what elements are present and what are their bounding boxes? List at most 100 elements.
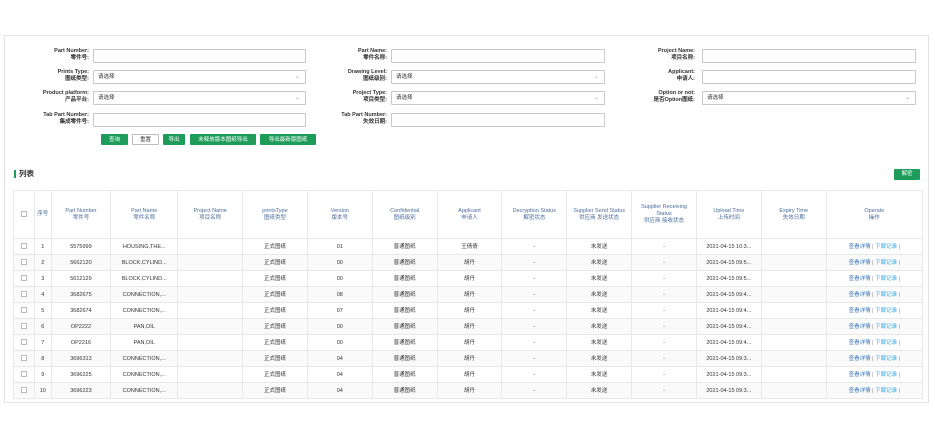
header-part-name: Part Name 零件名称 xyxy=(110,190,179,239)
project-type-select[interactable]: 请选择 ⌄ xyxy=(391,91,605,105)
download-record-link[interactable]: 下载记录 xyxy=(875,372,897,378)
checkbox-icon[interactable] xyxy=(20,307,27,314)
view-details-link[interactable]: 查看详情 xyxy=(849,308,871,314)
cell-part-number: OP2222 xyxy=(50,318,112,335)
cell-upload: 2021-04-15 09:4... xyxy=(695,286,762,303)
applicant-label: Applicant: 申请人: xyxy=(668,69,695,82)
download-record-link[interactable]: 下载记录 xyxy=(875,356,897,362)
cell-part-name: BLOCK,CYLIND... xyxy=(110,254,179,271)
table-row[interactable]: 4 3682675 CONNECTION,... 正式图纸 08 普通图纸 胡丹 - 未发送 -2… xyxy=(13,286,924,303)
row-select-cell[interactable] xyxy=(13,238,35,255)
cell-decryption: - xyxy=(501,286,568,303)
download-record-link[interactable]: 下载记录 xyxy=(875,308,897,314)
download-record-link[interactable]: 下载记录 xyxy=(875,260,897,266)
part-name-input[interactable] xyxy=(391,49,605,63)
download-record-link[interactable]: 下载记录 xyxy=(875,244,897,250)
download-record-link[interactable]: 下载记录 xyxy=(875,276,897,282)
row-select-cell[interactable] xyxy=(13,270,35,287)
view-details-link[interactable]: 查看详情 xyxy=(849,292,871,298)
view-details-link[interactable]: 查看详情 xyxy=(849,372,871,378)
cell-index: 5 xyxy=(33,302,52,319)
table-row[interactable]: 9 3696225 CONNECTION,... 正式图纸 04 普通图纸 胡丹 - 未发送 -2… xyxy=(13,366,924,383)
view-details-link[interactable]: 查看详情 xyxy=(849,340,871,346)
row-select-cell[interactable] xyxy=(13,334,35,351)
checkbox-icon[interactable] xyxy=(20,371,27,378)
cell-send: 未发送 xyxy=(566,318,633,335)
view-details-link[interactable]: 查看详情 xyxy=(849,244,871,250)
view-details-link[interactable]: 查看详情 xyxy=(849,388,871,394)
chevron-down-icon: ⌄ xyxy=(904,95,910,101)
cell-send: 未发送 xyxy=(566,286,633,303)
row-select-cell[interactable] xyxy=(13,254,35,271)
table-row[interactable]: 10 3696223 CONNECTION,... 正式图纸 04 普通图纸 胡丹 - 未发送 -… xyxy=(13,382,924,399)
cell-prints-type: 正式图纸 xyxy=(242,238,308,255)
operate-separator: | xyxy=(872,275,874,282)
cell-confidential: 普通图纸 xyxy=(371,270,438,287)
export-latest-button[interactable]: 导出最新版图纸 xyxy=(260,134,316,145)
row-select-cell[interactable] xyxy=(13,382,35,399)
table-row[interactable]: 3 5612129 BLOCK,CYLIND... 正式图纸 00 普通图纸 胡丹 - 未发送 -… xyxy=(13,270,924,287)
checkbox-icon[interactable] xyxy=(20,259,27,266)
export-unissued-button[interactable]: 未释放版本图纸导出 xyxy=(190,134,256,145)
cell-version: 08 xyxy=(306,286,373,303)
table-row[interactable]: 5 3682674 CONNECTION,... 正式图纸 07 普通图纸 胡丹 - 未发送 -2… xyxy=(13,302,924,319)
cell-index: 7 xyxy=(33,334,52,351)
checkbox-icon[interactable] xyxy=(20,339,27,346)
cell-confidential: 普通图纸 xyxy=(371,238,438,255)
view-details-link[interactable]: 查看详情 xyxy=(849,356,871,362)
cell-index: 4 xyxy=(33,286,52,303)
table-row[interactable]: 1 5575999 HOUSING,THE... 正式图纸 01 普通图纸 王倩倩 - 未发送 -… xyxy=(13,238,924,255)
checkbox-icon[interactable] xyxy=(20,275,27,282)
project-name-input[interactable] xyxy=(702,49,916,63)
cell-part-name: PAN,OIL xyxy=(110,318,179,335)
expiry-date-input[interactable] xyxy=(391,113,605,127)
operate-separator: | xyxy=(872,243,874,250)
operate-separator: | xyxy=(898,275,901,282)
cell-part-name: HOUSING,THE... xyxy=(110,238,179,255)
download-record-link[interactable]: 下载记录 xyxy=(875,388,897,394)
row-select-cell[interactable] xyxy=(13,350,35,367)
cell-expiry xyxy=(760,286,827,303)
table-row[interactable]: 8 3696313 CONNECTION,... 正式图纸 04 普通图纸 胡丹 - 未发送 -2… xyxy=(13,350,924,367)
row-select-cell[interactable] xyxy=(13,302,35,319)
row-select-cell[interactable] xyxy=(13,286,35,303)
applicant-input[interactable] xyxy=(702,70,916,84)
table-row[interactable]: 7 OP2216 PAN,OIL 正式图纸 00 普通图纸 胡丹 - 未发送 -2021-04-1… xyxy=(13,334,924,351)
table-row[interactable]: 6 OP2222 PAN,OIL 正式图纸 00 普通图纸 胡丹 - 未发送 -2021-04-1… xyxy=(13,318,924,335)
view-details-link[interactable]: 查看详情 xyxy=(849,324,871,330)
download-record-link[interactable]: 下载记录 xyxy=(875,340,897,346)
checkbox-icon[interactable] xyxy=(20,243,27,250)
reset-button[interactable]: 重置 xyxy=(132,134,159,145)
cell-index: 6 xyxy=(33,318,52,335)
row-select-cell[interactable] xyxy=(13,318,35,335)
checkbox-icon[interactable] xyxy=(20,291,27,298)
view-details-link[interactable]: 查看详情 xyxy=(849,276,871,282)
checkbox-icon[interactable] xyxy=(20,355,27,362)
download-record-link[interactable]: 下载记录 xyxy=(875,292,897,298)
product-platform-select[interactable]: 请选择 ⌄ xyxy=(93,91,306,105)
select-all-cell[interactable] xyxy=(13,190,35,239)
export-button[interactable]: 导出 xyxy=(163,134,185,145)
cell-operate: 查看详情 | 下载记录 | xyxy=(825,366,924,383)
checkbox-icon[interactable] xyxy=(20,387,27,394)
part-number-input[interactable] xyxy=(93,49,306,63)
query-button[interactable]: 查询 xyxy=(101,134,128,145)
row-select-cell[interactable] xyxy=(13,366,35,383)
table-row[interactable]: 2 5662120 BLOCK,CYLIND... 正式图纸 00 普通图纸 胡丹 - 未发送 -… xyxy=(13,254,924,271)
cell-send: 未发送 xyxy=(566,254,633,271)
checkbox-icon[interactable] xyxy=(20,210,27,217)
prints-type-select[interactable]: 请选择 ⌄ xyxy=(93,70,306,84)
view-details-link[interactable]: 查看详情 xyxy=(849,260,871,266)
tab-part-number-input[interactable] xyxy=(93,113,306,127)
cell-index: 10 xyxy=(33,382,52,399)
cell-version: 00 xyxy=(306,254,373,271)
decrypt-button[interactable]: 解密 xyxy=(894,169,920,180)
list-title: 列表 xyxy=(14,170,34,178)
checkbox-icon[interactable] xyxy=(20,323,27,330)
cell-applicant: 胡丹 xyxy=(436,270,503,287)
download-record-link[interactable]: 下载记录 xyxy=(875,324,897,330)
drawing-level-select[interactable]: 请选择 ⌄ xyxy=(391,70,605,84)
option-or-not-select[interactable]: 请选择 ⌄ xyxy=(702,91,916,105)
cell-version: 04 xyxy=(306,366,373,383)
operate-separator: | xyxy=(872,371,874,378)
